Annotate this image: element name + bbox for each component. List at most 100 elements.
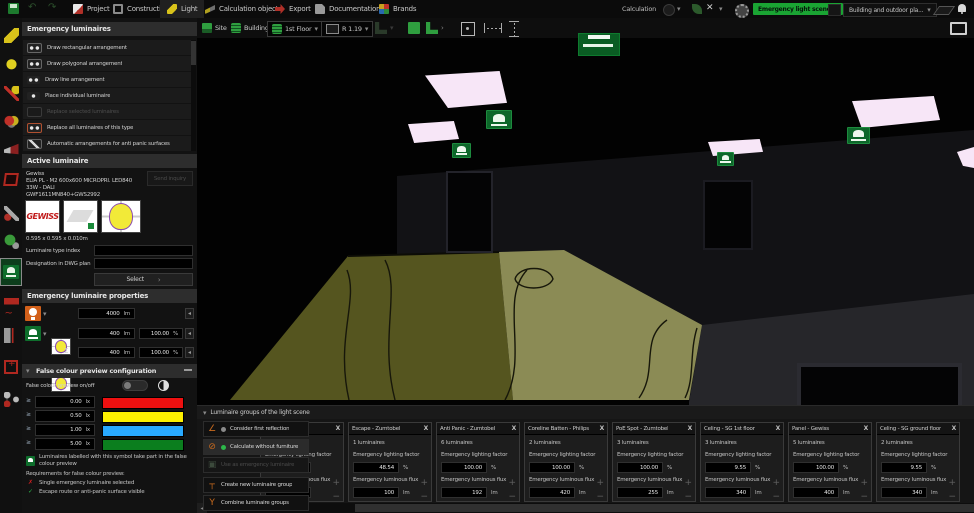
close-icon[interactable]: X	[776, 425, 780, 432]
luminaire-group-card[interactable]: Panel - GewissX 5 luminaires Emergency l…	[788, 422, 872, 502]
tool-replace-selected-luminaires[interactable]: Replace selected luminaires	[23, 104, 191, 119]
building-button[interactable]: Building	[231, 18, 269, 38]
factor-field[interactable]: 100.00	[441, 462, 487, 473]
flux-field[interactable]: 192	[441, 487, 487, 498]
false-colour-header[interactable]: False colour preview configuration	[22, 364, 197, 378]
ceiling-luminaire-panel[interactable]	[408, 121, 459, 143]
scrollbar-thumb[interactable]	[355, 504, 974, 512]
select-luminaire-button[interactable]: Select ›	[94, 273, 193, 286]
decrease-button[interactable]: −	[332, 493, 340, 501]
tool-draw-line-arrangement[interactable]: Draw line arrangement	[23, 72, 191, 87]
decrease-button[interactable]: −	[684, 493, 692, 501]
tool-draw-rectangular-arrangement[interactable]: Draw rectangular arrangement	[23, 40, 191, 55]
close-icon[interactable]: X	[864, 425, 868, 432]
false-colour-toggle[interactable]	[122, 380, 148, 391]
emergency-flux-field[interactable]: 400 lm	[78, 328, 135, 339]
increase-button[interactable]: +	[948, 479, 956, 487]
close-icon[interactable]: X	[424, 425, 428, 432]
threshold-field[interactable]: 1.00 lx	[35, 424, 95, 436]
polar-diagram-thumbnail[interactable]	[101, 200, 141, 233]
menu-item-consider-first-reflection[interactable]: ∠ Consider first reflection	[203, 421, 309, 437]
close-icon[interactable]: X	[512, 425, 516, 432]
exit-sign-luminaire[interactable]	[717, 152, 734, 166]
threshold-field[interactable]: 0.00 lx	[35, 396, 95, 408]
increase-button[interactable]: +	[508, 479, 516, 487]
exit-sign-luminaire[interactable]	[486, 110, 512, 129]
luminaire-group-card[interactable]: PoE Spot - ZumtobelX 3 luminaires Emerge…	[612, 422, 696, 502]
sidebar-item-columns[interactable]	[0, 322, 22, 348]
exit-sign-luminaire[interactable]	[452, 143, 471, 158]
increase-button[interactable]: +	[684, 479, 692, 487]
sidebar-item-maintenance[interactable]	[0, 200, 22, 226]
zoom-to-fit-icon[interactable]	[461, 22, 475, 36]
increase-button[interactable]: +	[860, 479, 868, 487]
floor-select[interactable]: 1st Floor ▾	[267, 21, 323, 37]
room-select[interactable]: R 1.19 ▾	[321, 21, 373, 37]
view-mode-disabled-button[interactable]: ▾	[375, 18, 394, 38]
view-3d-button[interactable]	[408, 18, 420, 38]
sidebar-item-surfaces[interactable]	[0, 354, 22, 380]
tool-place-individual-luminaire[interactable]: Place individual luminaire	[23, 88, 191, 103]
menu-item-use-as-emergency-luminaire[interactable]: ▣ Use as emergency luminaire	[203, 457, 309, 473]
sidebar-item-energy[interactable]	[0, 228, 22, 254]
luminaire-photo-thumbnail[interactable]	[63, 200, 98, 233]
luminaire-group-card[interactable]: Anti Panic - ZumtobelX 6 luminaires Emer…	[436, 422, 520, 502]
expand-row-button[interactable]: ◂	[185, 328, 194, 339]
flux-field[interactable]: 420	[529, 487, 575, 498]
cancel-calculation-icon[interactable]: ✕	[706, 3, 714, 13]
factor-field[interactable]: 48.54	[353, 462, 399, 473]
undo-icon[interactable]: ↶	[28, 2, 36, 13]
decrease-button[interactable]: −	[948, 493, 956, 501]
exit-sign-luminaire[interactable]	[847, 127, 870, 144]
sidebar-item-light-colour[interactable]	[0, 108, 22, 134]
tool-automatic-arrangements[interactable]: Automatic arrangements for anti panic su…	[23, 136, 191, 151]
sidebar-item-lamps[interactable]	[0, 52, 22, 78]
planning-context-select[interactable]: Building and outdoor pla... ▾	[843, 3, 937, 17]
emergency-lamp-icon[interactable]	[25, 326, 41, 341]
flux-field[interactable]: 340	[705, 487, 751, 498]
sidebar-item-luminaires[interactable]	[0, 22, 22, 48]
sum-percent-field[interactable]: 100.00 %	[139, 347, 183, 358]
tab-brands[interactable]: Brands	[372, 0, 423, 18]
factor-field[interactable]: 9.55	[705, 462, 751, 473]
redo-icon[interactable]: ↷	[48, 2, 56, 13]
luminaire-group-card[interactable]: Escape - ZumtobelX 1 luminaires Emergenc…	[348, 422, 432, 502]
increase-button[interactable]: +	[772, 479, 780, 487]
decrease-button[interactable]: −	[596, 493, 604, 501]
chevron-down-icon[interactable]: ▾	[677, 5, 681, 13]
close-icon[interactable]: X	[688, 425, 692, 432]
notification-bell-icon[interactable]	[958, 4, 966, 12]
save-icon[interactable]	[8, 3, 19, 14]
luminaire-group-card[interactable]: Celing - SG ground floorX 2 luminaires E…	[876, 422, 960, 502]
contrast-icon[interactable]	[158, 380, 169, 391]
sidebar-item-rooms[interactable]	[0, 166, 22, 192]
energy-icon[interactable]	[692, 4, 702, 14]
increase-button[interactable]: +	[332, 479, 340, 487]
sidebar-item-groups[interactable]	[0, 386, 22, 412]
light-scene-icon[interactable]	[663, 4, 675, 16]
scrollbar-thumb[interactable]	[191, 41, 196, 65]
site-button[interactable]: Site	[202, 18, 227, 38]
decrease-button[interactable]: −	[772, 493, 780, 501]
sidebar-item-emergency-lighting[interactable]	[0, 258, 22, 286]
measure-horizontal-icon[interactable]	[484, 23, 502, 33]
factor-field[interactable]: 9.55	[881, 462, 927, 473]
dwg-designation-input[interactable]	[94, 258, 193, 269]
scene-extra-button[interactable]	[828, 4, 841, 16]
luminaire-group-card[interactable]: Celing - SG 1st floorX 3 luminaires Emer…	[700, 422, 784, 502]
sidebar-item-arrangements[interactable]	[0, 80, 22, 106]
factor-field[interactable]: 100.00	[529, 462, 575, 473]
luminaire-groups-header[interactable]: ▾ Luminaire groups of the light scene	[197, 406, 974, 419]
sidebar-item-light-cone[interactable]	[0, 136, 22, 162]
flux-field[interactable]: 255	[617, 487, 663, 498]
flux-field[interactable]: 100	[353, 487, 399, 498]
groups-horizontal-scrollbar[interactable]: ◂	[197, 503, 974, 513]
flux-field[interactable]: 400	[793, 487, 839, 498]
tool-draw-polygonal-arrangement[interactable]: Draw polygonal arrangement	[23, 56, 191, 71]
decrease-button[interactable]: −	[508, 493, 516, 501]
sum-flux-field[interactable]: 400 lm	[78, 347, 135, 358]
luminaire-type-index-input[interactable]	[94, 245, 193, 256]
sidebar-item-control[interactable]	[0, 292, 22, 318]
settings-gear-icon[interactable]	[735, 4, 749, 18]
view-plan-button[interactable]: ›	[426, 18, 444, 38]
